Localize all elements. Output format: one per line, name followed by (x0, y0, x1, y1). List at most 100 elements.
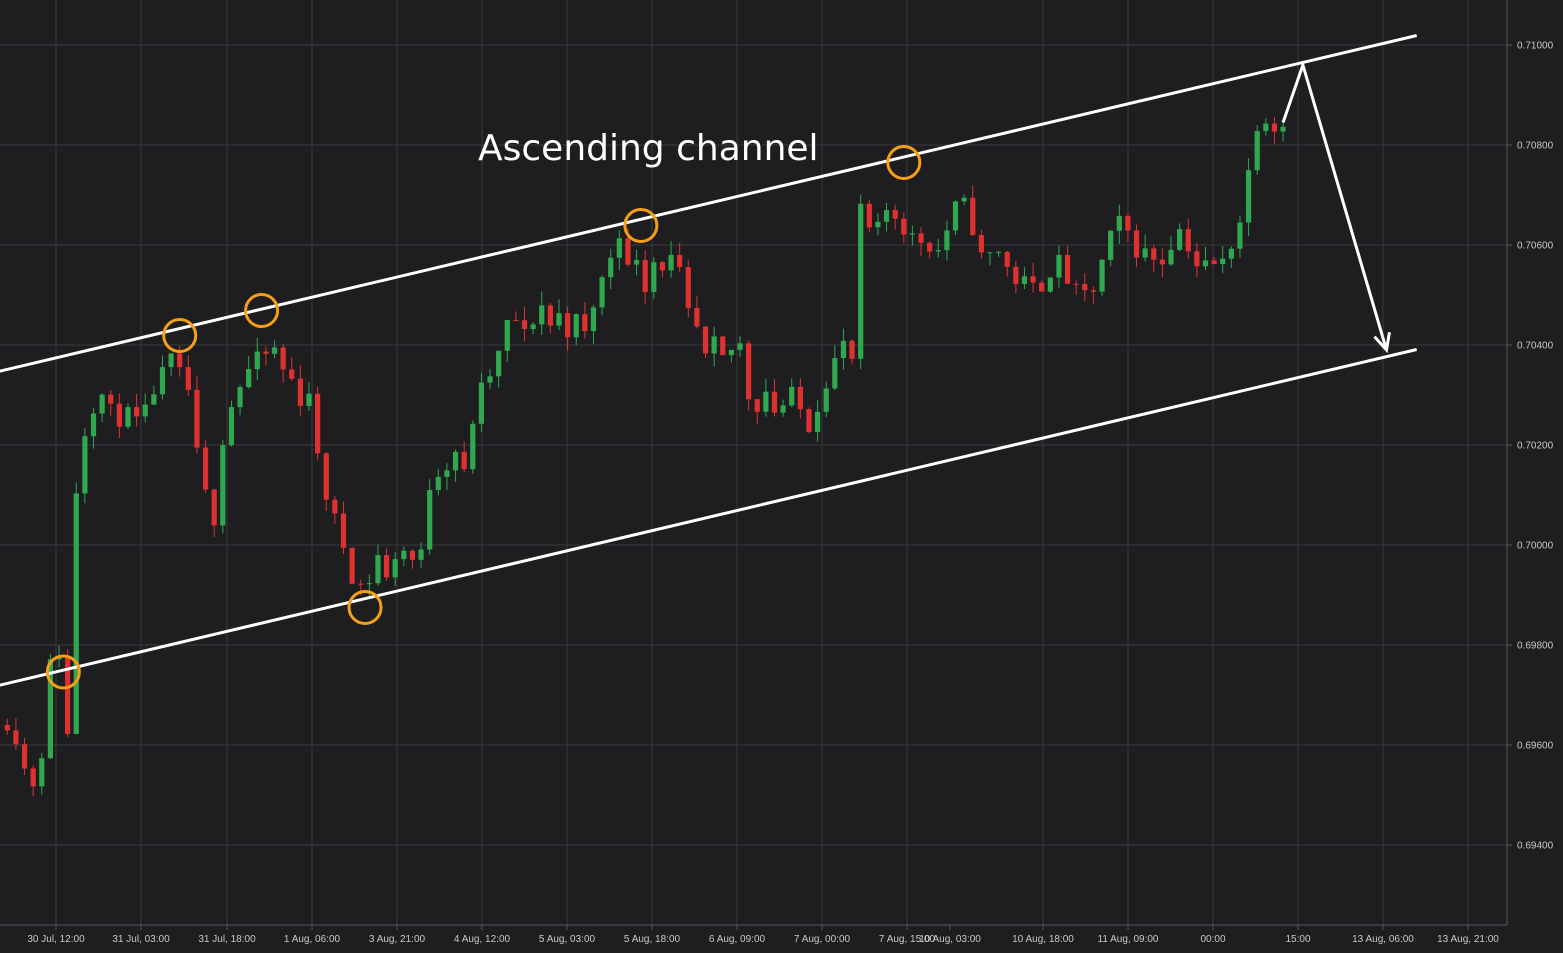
bull-candle (530, 324, 536, 329)
bear-candle (565, 313, 571, 338)
bull-candle (840, 340, 847, 359)
bear-candle (280, 347, 286, 370)
bear-candle (1030, 276, 1036, 283)
bull-candle (125, 407, 131, 427)
y-tick-label: 0.70800 (1517, 141, 1554, 152)
bull-candle (1116, 215, 1122, 231)
bull-candle (935, 250, 941, 252)
bull-candle (401, 550, 407, 560)
bear-candle (116, 403, 122, 427)
x-tick-label: 5 Aug, 03:00 (539, 934, 596, 945)
bear-candle (521, 320, 528, 329)
bull-candle (651, 262, 657, 293)
bear-candle (513, 320, 519, 322)
y-tick-label: 0.70600 (1517, 241, 1554, 252)
bear-candle (1064, 254, 1071, 284)
bull-candle (435, 476, 441, 491)
x-tick-label: 13 Aug, 06:00 (1352, 934, 1414, 945)
bear-candle (297, 378, 303, 406)
bull-candle (616, 238, 622, 258)
bear-candle (134, 407, 140, 417)
x-tick-label: 11 Aug, 09:00 (1098, 934, 1159, 945)
bear-candle (349, 547, 355, 584)
bear-candle (547, 305, 553, 326)
bull-candle (780, 405, 786, 413)
bull-candle (599, 277, 605, 308)
bear-candle (1125, 215, 1131, 231)
bull-candle (220, 445, 226, 526)
bull-candle (1056, 254, 1062, 278)
bull-candle (987, 252, 993, 254)
bear-candle (1004, 251, 1010, 267)
bull-candle (478, 382, 485, 424)
bull-candle (418, 549, 424, 560)
bear-candle (849, 340, 855, 359)
y-tick-label: 0.71000 (1517, 41, 1554, 52)
bull-candle (832, 358, 838, 389)
bull-candle (159, 367, 166, 395)
bull-candle (142, 404, 148, 417)
bear-candle (797, 386, 803, 410)
bear-candle (978, 234, 984, 253)
bull-candle (82, 436, 88, 494)
y-tick-label: 0.69800 (1517, 641, 1554, 652)
x-tick-label: 3 Aug, 21:00 (369, 934, 426, 945)
bear-candle (677, 254, 683, 268)
bull-candle (909, 233, 916, 235)
bear-candle (582, 314, 588, 332)
bull-candle (1228, 248, 1234, 259)
bull-candle (1108, 230, 1114, 260)
bull-candle (1245, 170, 1252, 223)
bull-candle (1280, 126, 1286, 132)
bear-candle (202, 447, 209, 490)
bull-candle (883, 210, 890, 222)
bull-candle (1047, 277, 1053, 292)
bull-candle (452, 451, 459, 471)
bull-candle (1202, 260, 1209, 267)
bull-candle (668, 254, 674, 271)
x-tick-label: 31 Jul, 03:00 (112, 934, 170, 945)
bear-candle (263, 351, 269, 354)
bear-candle (21, 744, 28, 769)
bull-candle (858, 203, 864, 359)
bear-candle (1185, 229, 1191, 252)
y-tick-label: 0.70400 (1517, 341, 1554, 352)
bear-candle (358, 583, 364, 585)
bull-candle (168, 353, 174, 368)
bull-candle (90, 413, 97, 437)
y-tick-label: 0.69600 (1517, 741, 1554, 752)
bear-candle (918, 233, 924, 243)
bear-candle (746, 343, 752, 400)
bear-candle (211, 489, 217, 526)
bear-candle (901, 218, 907, 235)
bear-candle (771, 391, 778, 413)
bull-candle (556, 313, 562, 326)
bear-candle (1271, 123, 1278, 132)
bull-candle (246, 369, 252, 388)
x-tick-label: 4 Aug, 12:00 (454, 934, 511, 945)
bear-candle (383, 555, 390, 578)
bear-candle (323, 453, 329, 500)
bear-candle (970, 197, 976, 235)
price-chart[interactable]: 0.71000 0.70800 0.70600 0.70400 0.70200 0.700… (0, 0, 1563, 953)
bear-candle (1090, 290, 1097, 292)
bull-candle (366, 583, 372, 585)
bull-candle (254, 351, 260, 370)
bull-candle (99, 394, 105, 414)
bear-candle (892, 210, 898, 219)
bull-candle (487, 376, 493, 383)
x-tick-label: 7 Aug, 00:00 (794, 934, 851, 945)
bear-candle (702, 326, 709, 354)
bear-candle (315, 393, 321, 454)
x-tick-label: 10 Aug, 03:00 (919, 934, 981, 945)
bull-candle (151, 394, 157, 405)
bull-candle (375, 555, 381, 584)
bear-candle (642, 260, 648, 293)
bull-candle (961, 197, 967, 202)
x-tick-label: 6 Aug, 09:00 (709, 934, 766, 945)
x-tick-label: 15:00 (1285, 934, 1310, 945)
bear-candle (185, 367, 191, 390)
bull-candle (711, 336, 717, 354)
bear-candle (4, 725, 10, 731)
bull-candle (1168, 249, 1174, 265)
